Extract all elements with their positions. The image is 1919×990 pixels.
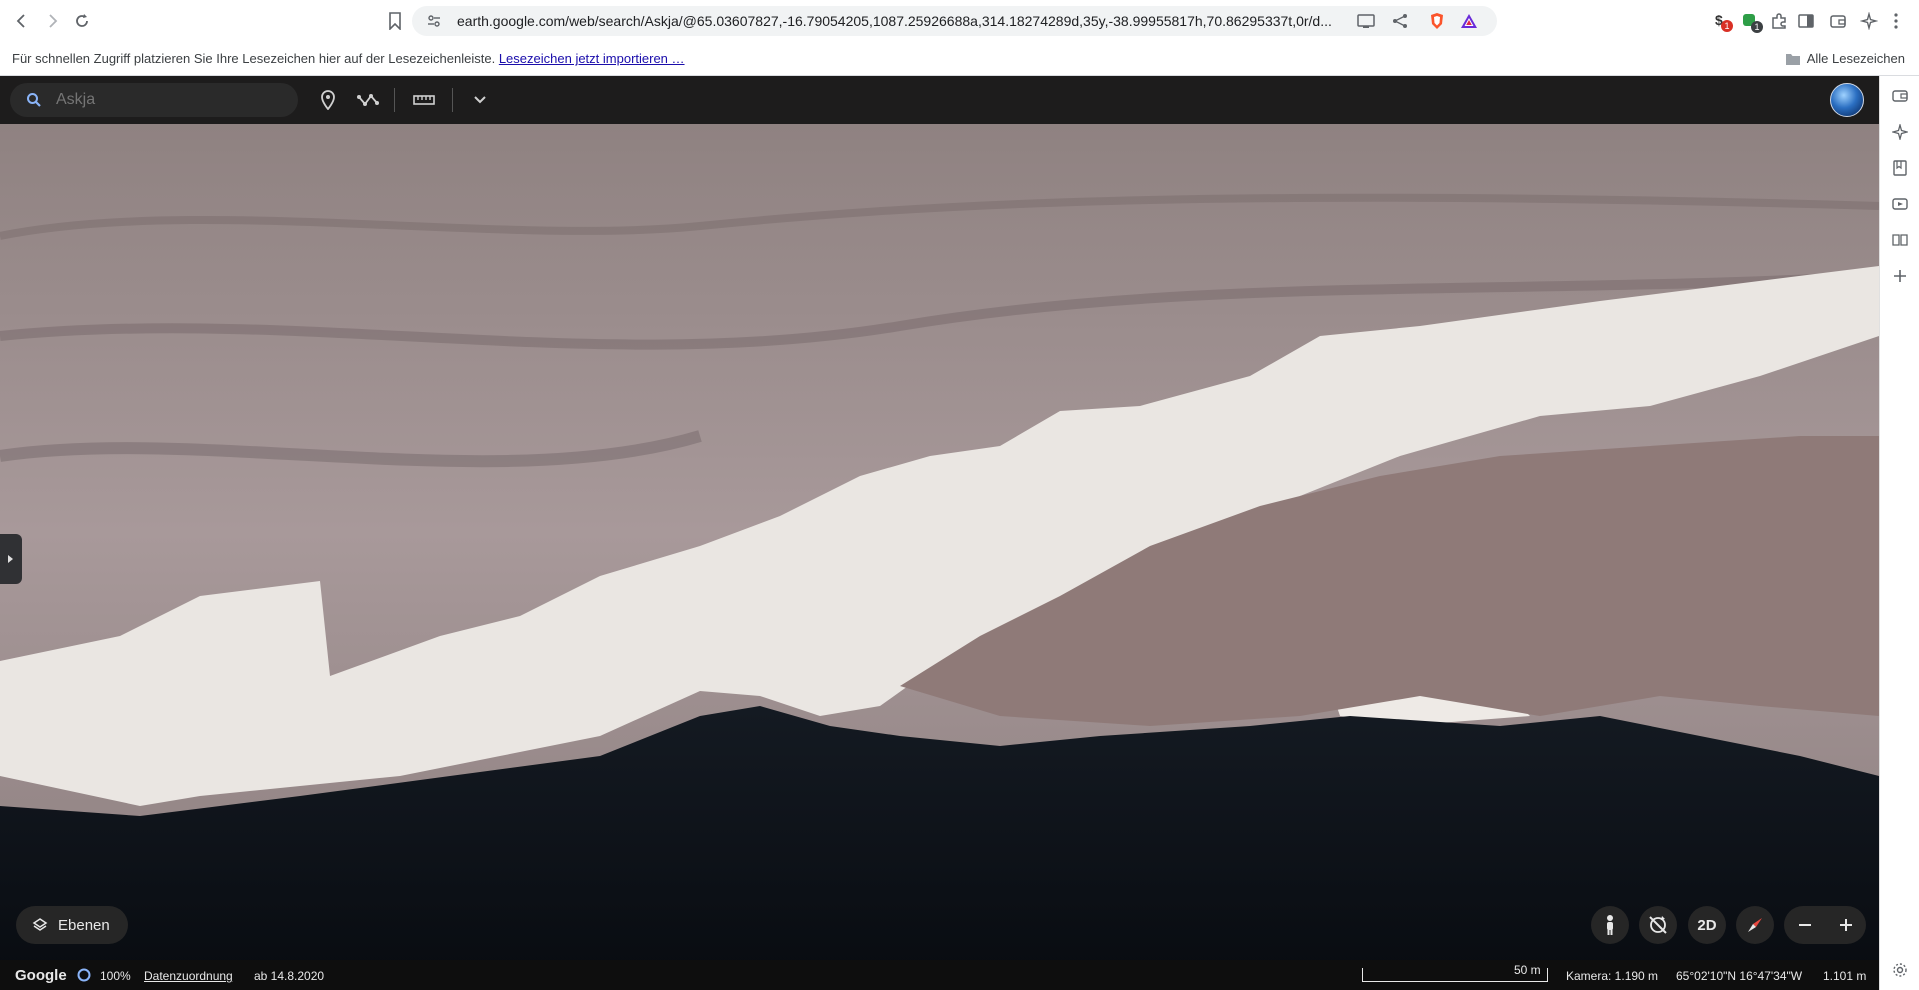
elevation: 1.101 m xyxy=(1823,969,1867,983)
side-panel-handle[interactable] xyxy=(0,534,22,584)
toolbar-divider xyxy=(394,88,395,112)
forward-button[interactable] xyxy=(38,7,66,35)
pegman-icon xyxy=(1607,915,1613,935)
browser-toolbar: earth.google.com/web/search/Askja/@65.03… xyxy=(0,0,1919,42)
account-globe-avatar[interactable] xyxy=(1830,83,1864,117)
menu-icon[interactable] xyxy=(1893,12,1899,35)
reload-icon xyxy=(76,14,88,27)
side-playlist-icon[interactable] xyxy=(1890,194,1910,214)
layers-label: Ebenen xyxy=(58,916,110,934)
side-bookmarks-icon[interactable] xyxy=(1890,158,1910,178)
toolbar-divider-2 xyxy=(452,88,453,112)
search-input[interactable] xyxy=(56,90,286,110)
plus-icon xyxy=(1839,919,1852,931)
brave-rewards-icon[interactable] xyxy=(1460,12,1478,35)
chevron-down-icon xyxy=(474,96,486,104)
layers-icon xyxy=(32,918,48,931)
data-attribution-link[interactable]: Datenzuordnung xyxy=(144,969,233,983)
extensions-puzzle-icon[interactable] xyxy=(1770,12,1788,35)
zoom-in-button[interactable] xyxy=(1831,910,1861,940)
share-icon[interactable] xyxy=(1392,13,1408,34)
all-bookmarks-button[interactable]: Alle Lesezeichen xyxy=(1785,51,1905,66)
bookmark-page-icon[interactable] xyxy=(388,12,402,35)
bookmarks-hint-text: Für schnellen Zugriff platzieren Sie Ihr… xyxy=(12,51,496,66)
search-icon xyxy=(27,93,41,107)
side-leo-icon[interactable] xyxy=(1890,122,1910,142)
url-text: earth.google.com/web/search/Askja/@65.03… xyxy=(457,13,1332,29)
loading-ring-icon xyxy=(77,968,91,982)
compass-icon xyxy=(1748,918,1762,932)
forward-arrow-icon xyxy=(49,14,58,28)
side-reading-list-icon[interactable] xyxy=(1890,230,1910,250)
wallet-icon[interactable] xyxy=(1829,12,1847,35)
extension-badge-2: 1 xyxy=(1751,21,1763,33)
all-bookmarks-label: Alle Lesezeichen xyxy=(1806,51,1905,66)
imagery-date: ab 14.8.2020 xyxy=(254,969,325,983)
placemark-icon xyxy=(321,90,335,110)
minus-icon xyxy=(1798,924,1811,926)
bookmarks-hint: Für schnellen Zugriff platzieren Sie Ihr… xyxy=(12,51,685,66)
scale-label: 50 m xyxy=(1514,963,1541,977)
more-tools-button[interactable] xyxy=(468,88,492,112)
add-placemark-button[interactable] xyxy=(316,88,340,112)
brave-shields-icon[interactable] xyxy=(1429,12,1445,35)
terrain-view[interactable] xyxy=(0,76,1879,990)
ruler-icon xyxy=(413,95,435,105)
draw-path-button[interactable] xyxy=(356,88,380,112)
side-add-icon[interactable] xyxy=(1890,266,1910,286)
site-settings-icon[interactable] xyxy=(426,13,442,34)
browser-side-panel xyxy=(1879,76,1919,990)
bookmarks-bar: Für schnellen Zugriff platzieren Sie Ihr… xyxy=(0,42,1919,76)
path-icon xyxy=(357,94,379,106)
address-bar[interactable]: earth.google.com/web/search/Askja/@65.03… xyxy=(412,6,1497,36)
back-arrow-icon xyxy=(16,14,25,28)
extension-icon-2[interactable]: 1 xyxy=(1742,11,1764,33)
rotate-off-icon xyxy=(1649,916,1667,934)
zoom-out-button[interactable] xyxy=(1790,910,1820,940)
chevron-right-icon xyxy=(8,555,13,563)
side-wallet-icon[interactable] xyxy=(1890,86,1910,106)
measure-button[interactable] xyxy=(412,88,436,112)
zoom-controls xyxy=(1784,906,1866,944)
load-percent: 100% xyxy=(100,969,131,983)
sidebar-toggle-icon[interactable] xyxy=(1797,12,1815,35)
camera-altitude: Kamera: 1.190 m xyxy=(1566,969,1659,983)
toggle-2d-label: 2D xyxy=(1697,916,1717,934)
earth-topbar xyxy=(0,76,1879,124)
extension-badge-1: 1 xyxy=(1721,20,1733,32)
search-box[interactable] xyxy=(10,83,298,117)
import-bookmarks-link[interactable]: Lesezeichen jetzt importieren … xyxy=(499,51,685,66)
earth-footer: Google 100% Datenzuordnung ab 14.8.2020 … xyxy=(0,960,1879,990)
folder-icon xyxy=(1785,53,1800,65)
coordinates: 65°02'10"N 16°47'34"W xyxy=(1676,969,1803,983)
rotation-lock-button[interactable] xyxy=(1639,906,1677,944)
google-logo: Google xyxy=(15,967,67,984)
layers-button[interactable]: Ebenen xyxy=(16,906,128,944)
reload-button[interactable] xyxy=(68,7,96,35)
back-button[interactable] xyxy=(8,7,36,35)
pegman-button[interactable] xyxy=(1591,906,1629,944)
cast-icon[interactable] xyxy=(1357,13,1375,34)
earth-viewport[interactable]: Ebenen 2D Google 100% Datenzuordnung ab … xyxy=(0,76,1879,990)
toggle-2d-button[interactable]: 2D xyxy=(1688,906,1726,944)
extension-icon-1[interactable]: $ 1 xyxy=(1713,11,1735,33)
side-settings-gear-icon[interactable] xyxy=(1892,962,1908,978)
compass-button[interactable] xyxy=(1736,906,1774,944)
leo-ai-icon[interactable] xyxy=(1859,11,1879,35)
